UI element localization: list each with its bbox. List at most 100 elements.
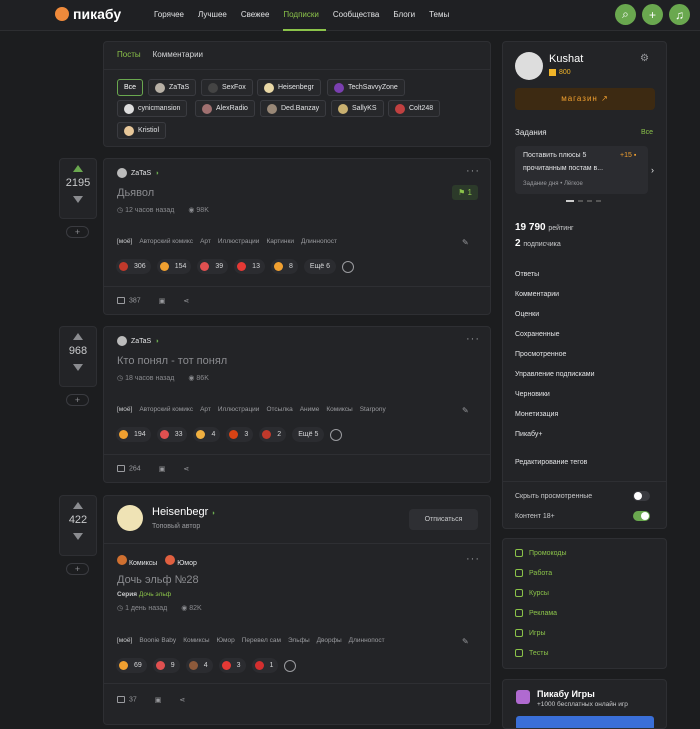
reaction-chip[interactable]: 33 xyxy=(156,427,188,442)
tag[interactable]: Длиннопост xyxy=(301,238,337,245)
menu-ratings[interactable]: Оценки xyxy=(515,311,539,318)
chip-author[interactable]: SallyKS xyxy=(331,100,384,117)
games-link[interactable]: Игры xyxy=(515,629,546,637)
edit-tags-link[interactable]: Редактирование тегов xyxy=(515,459,587,466)
chip-author[interactable]: AlexRadio xyxy=(195,100,255,117)
menu-drafts[interactable]: Черновики xyxy=(515,391,550,398)
post-title[interactable]: Дочь эльф №28 xyxy=(117,574,199,586)
more-options-icon[interactable]: ··· xyxy=(466,553,480,565)
nav-hot[interactable]: Горячее xyxy=(154,0,191,31)
more-reactions-button[interactable]: Ещё 6 xyxy=(303,259,337,274)
chip-author[interactable]: Heisenbegr xyxy=(257,79,321,96)
downvote-icon[interactable] xyxy=(73,364,83,371)
reaction-chip[interactable]: 3 xyxy=(226,427,254,442)
chip-author[interactable]: ZaTaS xyxy=(148,79,197,96)
profile-name[interactable]: Kushat xyxy=(549,53,583,65)
reaction-chip[interactable]: 13 xyxy=(234,259,265,274)
save-icon[interactable]: ▣ xyxy=(159,465,166,473)
comments-button[interactable]: 37 xyxy=(117,696,137,704)
edit-tags-icon[interactable]: ✎ xyxy=(462,238,469,247)
community-link[interactable]: Юмор xyxy=(165,555,197,567)
menu-answers[interactable]: Ответы xyxy=(515,271,539,278)
games-promo-card[interactable]: Пикабу Игры +1000 бесплатных онлайн игр xyxy=(502,679,667,729)
menu-manage-subscriptions[interactable]: Управление подписками xyxy=(515,371,595,378)
tag[interactable]: Комиксы xyxy=(326,406,352,413)
comments-button[interactable]: 264 xyxy=(117,465,141,473)
chip-author[interactable]: TechSavvyZone xyxy=(327,79,405,96)
reaction-chip[interactable]: 4 xyxy=(193,427,221,442)
save-icon[interactable]: ▣ xyxy=(155,696,162,704)
share-icon[interactable]: ⋖ xyxy=(179,696,185,704)
tag[interactable]: Арт xyxy=(200,406,211,413)
tag[interactable]: Длиннопост xyxy=(349,637,385,644)
reaction-chip[interactable]: 4 xyxy=(185,658,213,673)
chip-all[interactable]: Все xyxy=(117,79,144,96)
tag[interactable]: [моё] xyxy=(117,406,132,413)
edit-tags-icon[interactable]: ✎ xyxy=(462,637,469,646)
nav-topics[interactable]: Темы xyxy=(429,0,456,31)
tag[interactable]: Иллюстрации xyxy=(218,238,260,245)
more-reactions-button[interactable]: Ещё 5 xyxy=(292,427,325,442)
notification-bell-icon[interactable]: ♫ xyxy=(669,4,690,25)
chip-author[interactable]: Colt248 xyxy=(388,100,441,117)
tag[interactable]: [моё] xyxy=(117,637,132,644)
menu-saved[interactable]: Сохраненные xyxy=(515,331,560,338)
tag[interactable]: Boonie Baby xyxy=(139,637,176,644)
reaction-chip[interactable]: 39 xyxy=(197,259,229,274)
tag[interactable]: Картинки xyxy=(266,238,294,245)
post-title[interactable]: Кто понял - тот понял xyxy=(117,355,227,367)
menu-pikabu-plus[interactable]: Пикабу+ xyxy=(515,431,543,438)
tasks-all-link[interactable]: Все xyxy=(641,129,653,136)
nav-fresh[interactable]: Свежее xyxy=(241,0,277,31)
reaction-chip[interactable]: 3 xyxy=(218,658,246,673)
add-reaction-icon[interactable] xyxy=(330,428,343,441)
reaction-chip[interactable]: 194 xyxy=(116,427,151,442)
nav-communities[interactable]: Сообщества xyxy=(333,0,386,31)
tag[interactable]: Дворфы xyxy=(317,637,342,644)
hide-viewed-toggle[interactable] xyxy=(633,491,650,501)
tag[interactable]: Иллюстрации xyxy=(218,406,260,413)
save-plus-button[interactable]: + xyxy=(66,226,89,238)
community-link[interactable]: Комиксы xyxy=(117,555,157,567)
search-icon[interactable]: ⌕ xyxy=(615,4,636,25)
reaction-chip[interactable]: 306 xyxy=(116,259,151,274)
post-author[interactable]: ZaTaS ◗ xyxy=(117,336,159,346)
tag[interactable]: Starpony xyxy=(360,406,386,413)
reaction-chip[interactable]: 69 xyxy=(116,658,147,673)
downvote-icon[interactable] xyxy=(73,533,83,540)
upvote-icon[interactable] xyxy=(73,502,83,509)
shop-button[interactable]: магазин ↗ xyxy=(515,88,655,110)
gear-icon[interactable]: ⚙ xyxy=(640,53,649,64)
save-icon[interactable]: ▣ xyxy=(159,297,166,305)
save-plus-button[interactable]: + xyxy=(66,394,89,406)
promo-link[interactable]: Промокоды xyxy=(515,549,567,557)
courses-link[interactable]: Курсы xyxy=(515,589,549,597)
more-options-icon[interactable]: ··· xyxy=(466,333,480,345)
tag[interactable]: [моё] xyxy=(117,238,132,245)
reaction-chip[interactable]: 1 xyxy=(251,658,279,673)
nav-blogs[interactable]: Блоги xyxy=(393,0,422,31)
chip-author[interactable]: Ded.Banzay xyxy=(260,100,327,117)
tag[interactable]: Юмор xyxy=(217,637,235,644)
chevron-right-icon[interactable]: › xyxy=(651,165,654,175)
share-icon[interactable]: ⋖ xyxy=(183,465,189,473)
tag[interactable]: Эльфы xyxy=(288,637,310,644)
avatar[interactable] xyxy=(515,52,543,80)
add-post-icon[interactable]: + xyxy=(642,4,663,25)
pin-count-badge[interactable]: ⚑ 1 xyxy=(452,185,478,200)
adult-content-toggle[interactable] xyxy=(633,511,650,521)
tag[interactable]: Аниме xyxy=(300,406,320,413)
tag[interactable]: Отсылка xyxy=(266,406,292,413)
tag[interactable]: Арт xyxy=(200,238,211,245)
edit-tags-icon[interactable]: ✎ xyxy=(462,406,469,415)
share-icon[interactable]: ⋖ xyxy=(183,297,189,305)
add-reaction-icon[interactable] xyxy=(342,260,355,273)
reaction-chip[interactable]: 9 xyxy=(152,658,180,673)
tag[interactable]: Перевел сам xyxy=(242,637,281,644)
nav-best[interactable]: Лучшее xyxy=(198,0,234,31)
comments-button[interactable]: 387 xyxy=(117,297,141,305)
post-author[interactable]: Heisenbegr ◗ xyxy=(152,506,216,518)
reaction-chip[interactable]: 8 xyxy=(270,259,298,274)
ads-link[interactable]: Реклама xyxy=(515,609,557,617)
tab-comments[interactable]: Комментарии xyxy=(153,50,203,59)
